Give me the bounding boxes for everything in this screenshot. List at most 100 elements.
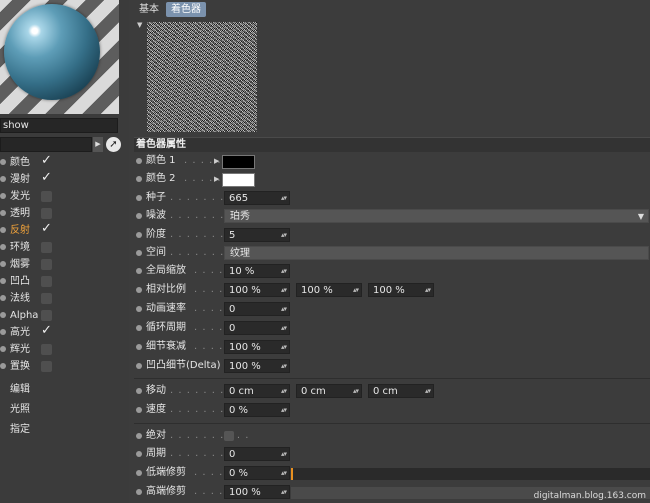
- low-clip-slider-handle[interactable]: [291, 468, 293, 480]
- keyframe-dot-icon[interactable]: [136, 470, 142, 476]
- spinner-icon[interactable]: ▴▾: [353, 283, 359, 297]
- channel-item[interactable]: 环境: [0, 239, 125, 256]
- absolute-checkbox[interactable]: [224, 431, 234, 441]
- keyframe-dot-icon[interactable]: [136, 489, 142, 495]
- channel-item[interactable]: 辉光: [0, 341, 125, 358]
- channel-item[interactable]: 漫射 ✓: [0, 169, 125, 188]
- channel-label: 凹凸: [10, 276, 30, 287]
- relative-scale-z-field[interactable]: 100 % ▴▾: [368, 283, 434, 297]
- spinner-icon[interactable]: ▴▾: [281, 191, 287, 205]
- channel-checkbox[interactable]: [41, 276, 52, 287]
- period-field[interactable]: 0 ▴▾: [224, 447, 290, 461]
- keyframe-dot-icon[interactable]: [136, 268, 142, 274]
- channel-item[interactable]: 高光 ✓: [0, 322, 125, 341]
- spinner-icon[interactable]: ▴▾: [353, 384, 359, 398]
- channel-item[interactable]: 法线: [0, 290, 125, 307]
- material-section-item[interactable]: 编辑: [10, 380, 30, 395]
- keyframe-dot-icon[interactable]: [136, 195, 142, 201]
- keyframe-dot-icon[interactable]: [136, 158, 142, 164]
- spinner-icon[interactable]: ▴▾: [281, 384, 287, 398]
- seed-field[interactable]: 665 ▴▾: [224, 191, 290, 205]
- spinner-icon[interactable]: ▴▾: [281, 264, 287, 278]
- move-y-field[interactable]: 0 cm ▴▾: [296, 384, 362, 398]
- keyframe-dot-icon[interactable]: [136, 407, 142, 413]
- keyframe-dot-icon[interactable]: [136, 344, 142, 350]
- space-dropdown[interactable]: 纹理: [224, 246, 649, 260]
- spinner-icon[interactable]: ▴▾: [281, 321, 287, 335]
- play-triangle-icon[interactable]: ▶: [93, 137, 103, 152]
- spinner-icon[interactable]: ▴▾: [281, 283, 287, 297]
- checkmark-icon[interactable]: ✓: [41, 322, 52, 339]
- keyframe-dot-icon[interactable]: [136, 213, 142, 219]
- expand-triangle-icon[interactable]: ▶: [214, 152, 219, 170]
- channel-item[interactable]: 颜色 ✓: [0, 152, 125, 171]
- anim-speed-field[interactable]: 0 ▴▾: [224, 302, 290, 316]
- keyframe-dot-icon[interactable]: [136, 363, 142, 369]
- speed-field[interactable]: 0 % ▴▾: [224, 403, 290, 417]
- pointer-cursor-icon[interactable]: ➚: [106, 137, 121, 152]
- loop-period-field[interactable]: 0 ▴▾: [224, 321, 290, 335]
- expand-triangle-icon[interactable]: ▶: [214, 170, 219, 188]
- delta-field[interactable]: 100 % ▴▾: [224, 359, 290, 373]
- keyframe-dot-icon[interactable]: [136, 388, 142, 394]
- spinner-icon[interactable]: ▴▾: [425, 384, 431, 398]
- channel-checkbox[interactable]: [41, 242, 52, 253]
- keyframe-dot-icon[interactable]: [136, 451, 142, 457]
- expand-triangle-icon[interactable]: ▼: [137, 21, 142, 29]
- channel-item[interactable]: 发光: [0, 188, 125, 205]
- tab-basic[interactable]: 基本: [134, 2, 164, 17]
- channel-item[interactable]: 置换: [0, 358, 125, 375]
- high-clip-field[interactable]: 100 % ▴▾: [224, 485, 290, 499]
- keyframe-dot-icon[interactable]: [136, 176, 142, 182]
- keyframe-dot-icon[interactable]: [136, 306, 142, 312]
- global-scale-field[interactable]: 10 % ▴▾: [224, 264, 290, 278]
- material-subfield[interactable]: [0, 137, 92, 152]
- keyframe-dot-icon[interactable]: [136, 433, 142, 439]
- low-clip-field[interactable]: 0 % ▴▾: [224, 466, 290, 480]
- channel-checkbox[interactable]: [41, 344, 52, 355]
- spinner-icon[interactable]: ▴▾: [281, 466, 287, 480]
- material-section-item[interactable]: 光照: [10, 400, 30, 415]
- channel-checkbox[interactable]: [41, 310, 52, 321]
- spinner-icon[interactable]: ▴▾: [281, 359, 287, 373]
- material-name-field[interactable]: show: [0, 118, 118, 133]
- tab-shader[interactable]: 着色器: [166, 2, 206, 17]
- keyframe-dot-icon[interactable]: [136, 287, 142, 293]
- relative-scale-x-field[interactable]: 100 % ▴▾: [224, 283, 290, 297]
- spinner-icon[interactable]: ▴▾: [281, 447, 287, 461]
- channel-checkbox[interactable]: [41, 361, 52, 372]
- octaves-field[interactable]: 5 ▴▾: [224, 228, 290, 242]
- channel-item[interactable]: 透明: [0, 205, 125, 222]
- spinner-icon[interactable]: ▴▾: [281, 340, 287, 354]
- spinner-icon[interactable]: ▴▾: [281, 485, 287, 499]
- param-low-clip: 低端修剪 . . . . 0 % ▴▾: [134, 464, 650, 482]
- channel-checkbox[interactable]: [41, 191, 52, 202]
- color1-swatch[interactable]: [222, 155, 255, 169]
- channel-item[interactable]: Alpha: [0, 307, 125, 324]
- spinner-icon[interactable]: ▴▾: [425, 283, 431, 297]
- channel-item[interactable]: 凹凸: [0, 273, 125, 290]
- channel-item[interactable]: 反射 ✓: [0, 220, 125, 239]
- move-x-field[interactable]: 0 cm ▴▾: [224, 384, 290, 398]
- channel-item[interactable]: 烟雾: [0, 256, 125, 273]
- spinner-icon[interactable]: ▴▾: [281, 403, 287, 417]
- channel-checkbox[interactable]: [41, 293, 52, 304]
- low-clip-slider[interactable]: [291, 468, 650, 480]
- relative-scale-y-value: 100 %: [301, 285, 333, 296]
- keyframe-dot-icon[interactable]: [136, 232, 142, 238]
- keyframe-dot-icon[interactable]: [136, 325, 142, 331]
- channel-checkbox[interactable]: [41, 208, 52, 219]
- spinner-icon[interactable]: ▴▾: [281, 228, 287, 242]
- checkmark-icon[interactable]: ✓: [41, 152, 52, 169]
- checkmark-icon[interactable]: ✓: [41, 169, 52, 186]
- checkmark-icon[interactable]: ✓: [41, 220, 52, 237]
- relative-scale-y-field[interactable]: 100 % ▴▾: [296, 283, 362, 297]
- move-z-field[interactable]: 0 cm ▴▾: [368, 384, 434, 398]
- detail-atten-field[interactable]: 100 % ▴▾: [224, 340, 290, 354]
- keyframe-dot-icon[interactable]: [136, 250, 142, 256]
- spinner-icon[interactable]: ▴▾: [281, 302, 287, 316]
- material-section-item[interactable]: 指定: [10, 420, 30, 435]
- color2-swatch[interactable]: [222, 173, 255, 187]
- noise-dropdown[interactable]: 珀秀 ▼: [224, 209, 649, 223]
- channel-checkbox[interactable]: [41, 259, 52, 270]
